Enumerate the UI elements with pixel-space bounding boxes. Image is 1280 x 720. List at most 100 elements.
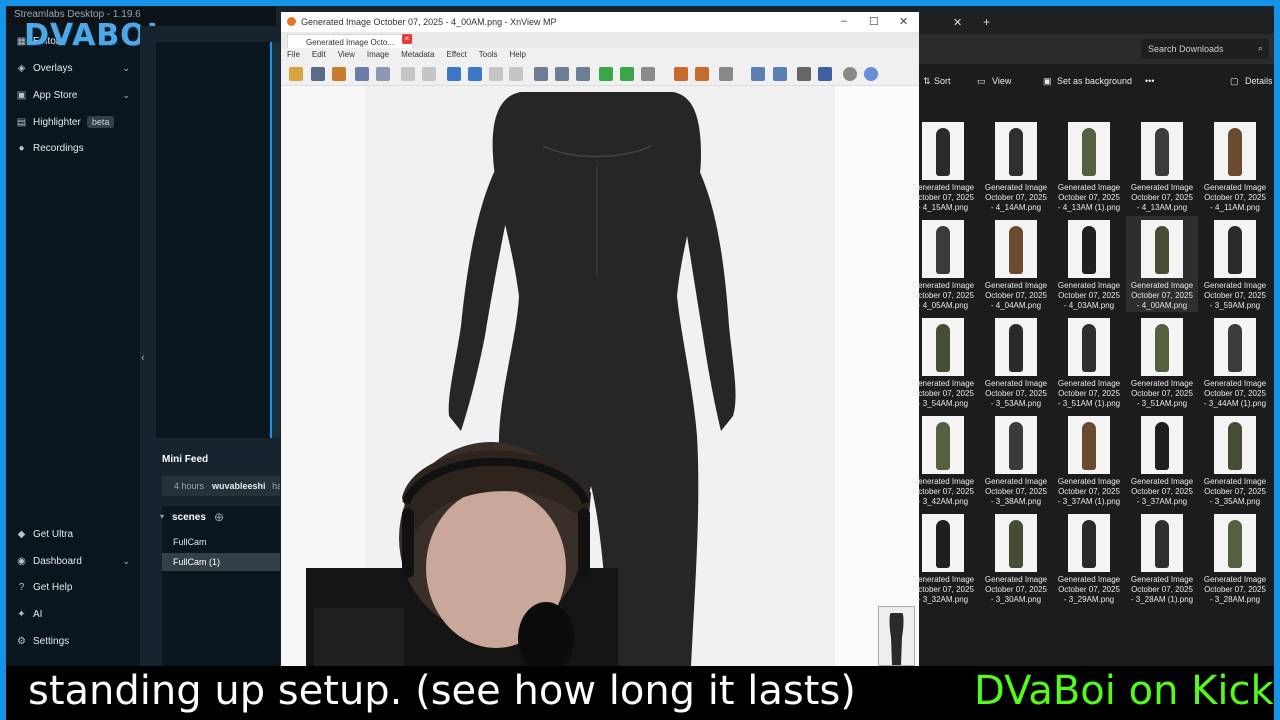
more-button[interactable]: ••• — [1145, 76, 1154, 86]
file-item[interactable]: Generated Image October 07, 2025- 4_00AM.… — [1126, 216, 1198, 312]
file-item[interactable]: Generated Image October 07, 2025- 4_05AM.… — [907, 216, 979, 312]
fullscreen-icon[interactable] — [311, 67, 325, 81]
close-icon[interactable]: ✕ — [899, 15, 908, 28]
file-item[interactable]: Generated Image October 07, 2025- 3_38AM.… — [980, 412, 1052, 508]
last-icon[interactable] — [509, 67, 523, 81]
file-item[interactable]: Generated Image October 07, 2025- 3_51AM … — [1053, 314, 1125, 410]
browser-icon[interactable] — [289, 67, 303, 81]
ultra-icon: ◆ — [17, 529, 26, 540]
file-item[interactable]: Generated Image October 07, 2025- 4_15AM.… — [907, 118, 979, 214]
file-name-line: - 4_13AM.png — [1136, 203, 1188, 212]
add-scene-button[interactable]: ⊕ — [214, 510, 224, 524]
file-item[interactable]: Generated Image October 07, 2025- 3_32AM.… — [907, 510, 979, 606]
file-item[interactable]: Generated Image October 07, 2025- 3_51AM.… — [1126, 314, 1198, 410]
file-item[interactable]: Generated Image October 07, 2025- 3_29AM.… — [1053, 510, 1125, 606]
search-icon: ⌕ — [1257, 43, 1263, 53]
help-icon[interactable] — [864, 67, 878, 81]
zoom-out-icon[interactable] — [534, 67, 548, 81]
previous-icon[interactable] — [447, 67, 461, 81]
chevron-left-icon[interactable]: ‹ — [141, 352, 145, 364]
file-item[interactable]: Generated Image October 07, 2025- 3_59AM.… — [1199, 216, 1271, 312]
slideshow-icon[interactable] — [751, 67, 765, 81]
scene-item-selected[interactable]: FullCam (1) — [162, 553, 280, 571]
undo-icon[interactable] — [401, 67, 415, 81]
file-item[interactable]: Generated Image October 07, 2025- 4_14AM.… — [980, 118, 1052, 214]
thumbnail-figure — [1082, 128, 1096, 176]
file-name-line: Generated Image — [1057, 379, 1121, 388]
open-icon[interactable] — [332, 67, 346, 81]
first-icon[interactable] — [489, 67, 503, 81]
effects-icon[interactable] — [695, 67, 709, 81]
print-icon[interactable] — [797, 67, 811, 81]
minimize-icon[interactable]: – — [841, 15, 847, 27]
sidebar-item-ai[interactable]: ✦ AI — [16, 609, 130, 620]
caret-down-icon[interactable]: ▾ — [160, 512, 164, 521]
file-item[interactable]: Generated Image October 07, 2025- 4_03AM.… — [1053, 216, 1125, 312]
save-icon[interactable] — [355, 67, 369, 81]
menu-image[interactable]: Image — [367, 50, 389, 62]
tab-close-icon[interactable]: × — [402, 34, 412, 44]
details-button[interactable]: Details — [1245, 76, 1273, 86]
file-name-line: - 3_54AM.png — [917, 399, 969, 408]
redo-icon[interactable] — [422, 67, 436, 81]
file-item[interactable]: Generated Image October 07, 2025- 4_04AM.… — [980, 216, 1052, 312]
file-item[interactable]: Generated Image October 07, 2025- 3_54AM.… — [907, 314, 979, 410]
file-thumbnail — [922, 514, 964, 572]
menu-effect[interactable]: Effect — [446, 50, 466, 62]
tab-close-icon[interactable]: ✕ — [953, 16, 962, 29]
menu-tools[interactable]: Tools — [479, 50, 498, 62]
file-name-line: - 4_11AM.png — [1210, 203, 1260, 212]
crop-icon[interactable] — [641, 67, 655, 81]
sort-button[interactable]: Sort — [934, 76, 951, 86]
save-as-icon[interactable] — [376, 67, 390, 81]
sidebar-item-recordings[interactable]: ● Recordings — [16, 143, 130, 154]
monitor-icon[interactable] — [818, 67, 832, 81]
file-item[interactable]: Generated Image October 07, 2025- 3_28AM … — [1126, 510, 1198, 606]
file-name: Generated Image October 07, 2025- 3_51AM.… — [1126, 379, 1198, 409]
menu-edit[interactable]: Edit — [312, 50, 326, 62]
menu-metadata[interactable]: Metadata — [401, 50, 434, 62]
rotate-left-icon[interactable] — [599, 67, 613, 81]
sidebar-item-dashboard[interactable]: ◉ Dashboard ⌄ — [16, 556, 130, 567]
menu-view[interactable]: View — [338, 50, 355, 62]
sidebar-item-settings[interactable]: ⚙ Settings — [16, 636, 130, 647]
sidebar-icon[interactable] — [719, 67, 733, 81]
view-button[interactable]: View — [992, 76, 1011, 86]
sidebar-item-overlays[interactable]: ◈ Overlays ⌄ — [16, 63, 130, 74]
file-item[interactable]: Generated Image October 07, 2025- 4_13AM … — [1053, 118, 1125, 214]
file-item[interactable]: Generated Image October 07, 2025- 3_37AM … — [1053, 412, 1125, 508]
file-item[interactable]: Generated Image October 07, 2025- 4_11AM.… — [1199, 118, 1271, 214]
file-thumbnail — [922, 122, 964, 180]
adjust-icon[interactable] — [674, 67, 688, 81]
rotate-right-icon[interactable] — [620, 67, 634, 81]
file-item[interactable]: Generated Image October 07, 2025- 3_37AM.… — [1126, 412, 1198, 508]
file-item[interactable]: Generated Image October 07, 2025- 3_44AM … — [1199, 314, 1271, 410]
scene-item[interactable]: FullCam — [162, 533, 280, 551]
zoom-in-icon[interactable] — [576, 67, 590, 81]
zoom-fit-icon[interactable] — [555, 67, 569, 81]
search-input[interactable]: Search Downloads ⌕ — [1141, 39, 1269, 59]
file-thumbnail — [995, 514, 1037, 572]
file-item[interactable]: Generated Image October 07, 2025- 3_35AM.… — [1199, 412, 1271, 508]
sidebar-item-app-store[interactable]: ▣ App Store ⌄ — [16, 90, 130, 101]
tab-label: Generated Image Octo... — [306, 38, 395, 47]
maximize-icon[interactable]: ☐ — [869, 15, 879, 28]
tab-image[interactable]: Generated Image Octo... — [287, 34, 413, 48]
menu-help[interactable]: Help — [509, 50, 525, 62]
set-background-button[interactable]: Set as background — [1057, 76, 1132, 86]
file-item[interactable]: Generated Image October 07, 2025- 3_42AM.… — [907, 412, 979, 508]
image-canvas[interactable] — [281, 86, 919, 666]
sidebar-item-get-ultra[interactable]: ◆ Get Ultra — [16, 529, 130, 540]
new-tab-icon[interactable]: + — [983, 15, 990, 29]
menu-file[interactable]: File — [287, 50, 300, 62]
sidebar-item-get-help[interactable]: ? Get Help — [16, 582, 130, 593]
file-item[interactable]: Generated Image October 07, 2025- 3_30AM.… — [980, 510, 1052, 606]
file-item[interactable]: Generated Image October 07, 2025- 3_28AM.… — [1199, 510, 1271, 606]
next-icon[interactable] — [468, 67, 482, 81]
file-item[interactable]: Generated Image October 07, 2025- 4_13AM.… — [1126, 118, 1198, 214]
sidebar-item-highlighter[interactable]: ▤ Highlighter beta — [16, 116, 130, 128]
gear-icon[interactable] — [843, 67, 857, 81]
navigator-thumbnail[interactable] — [878, 606, 915, 666]
tools-icon[interactable] — [773, 67, 787, 81]
file-item[interactable]: Generated Image October 07, 2025- 3_53AM.… — [980, 314, 1052, 410]
